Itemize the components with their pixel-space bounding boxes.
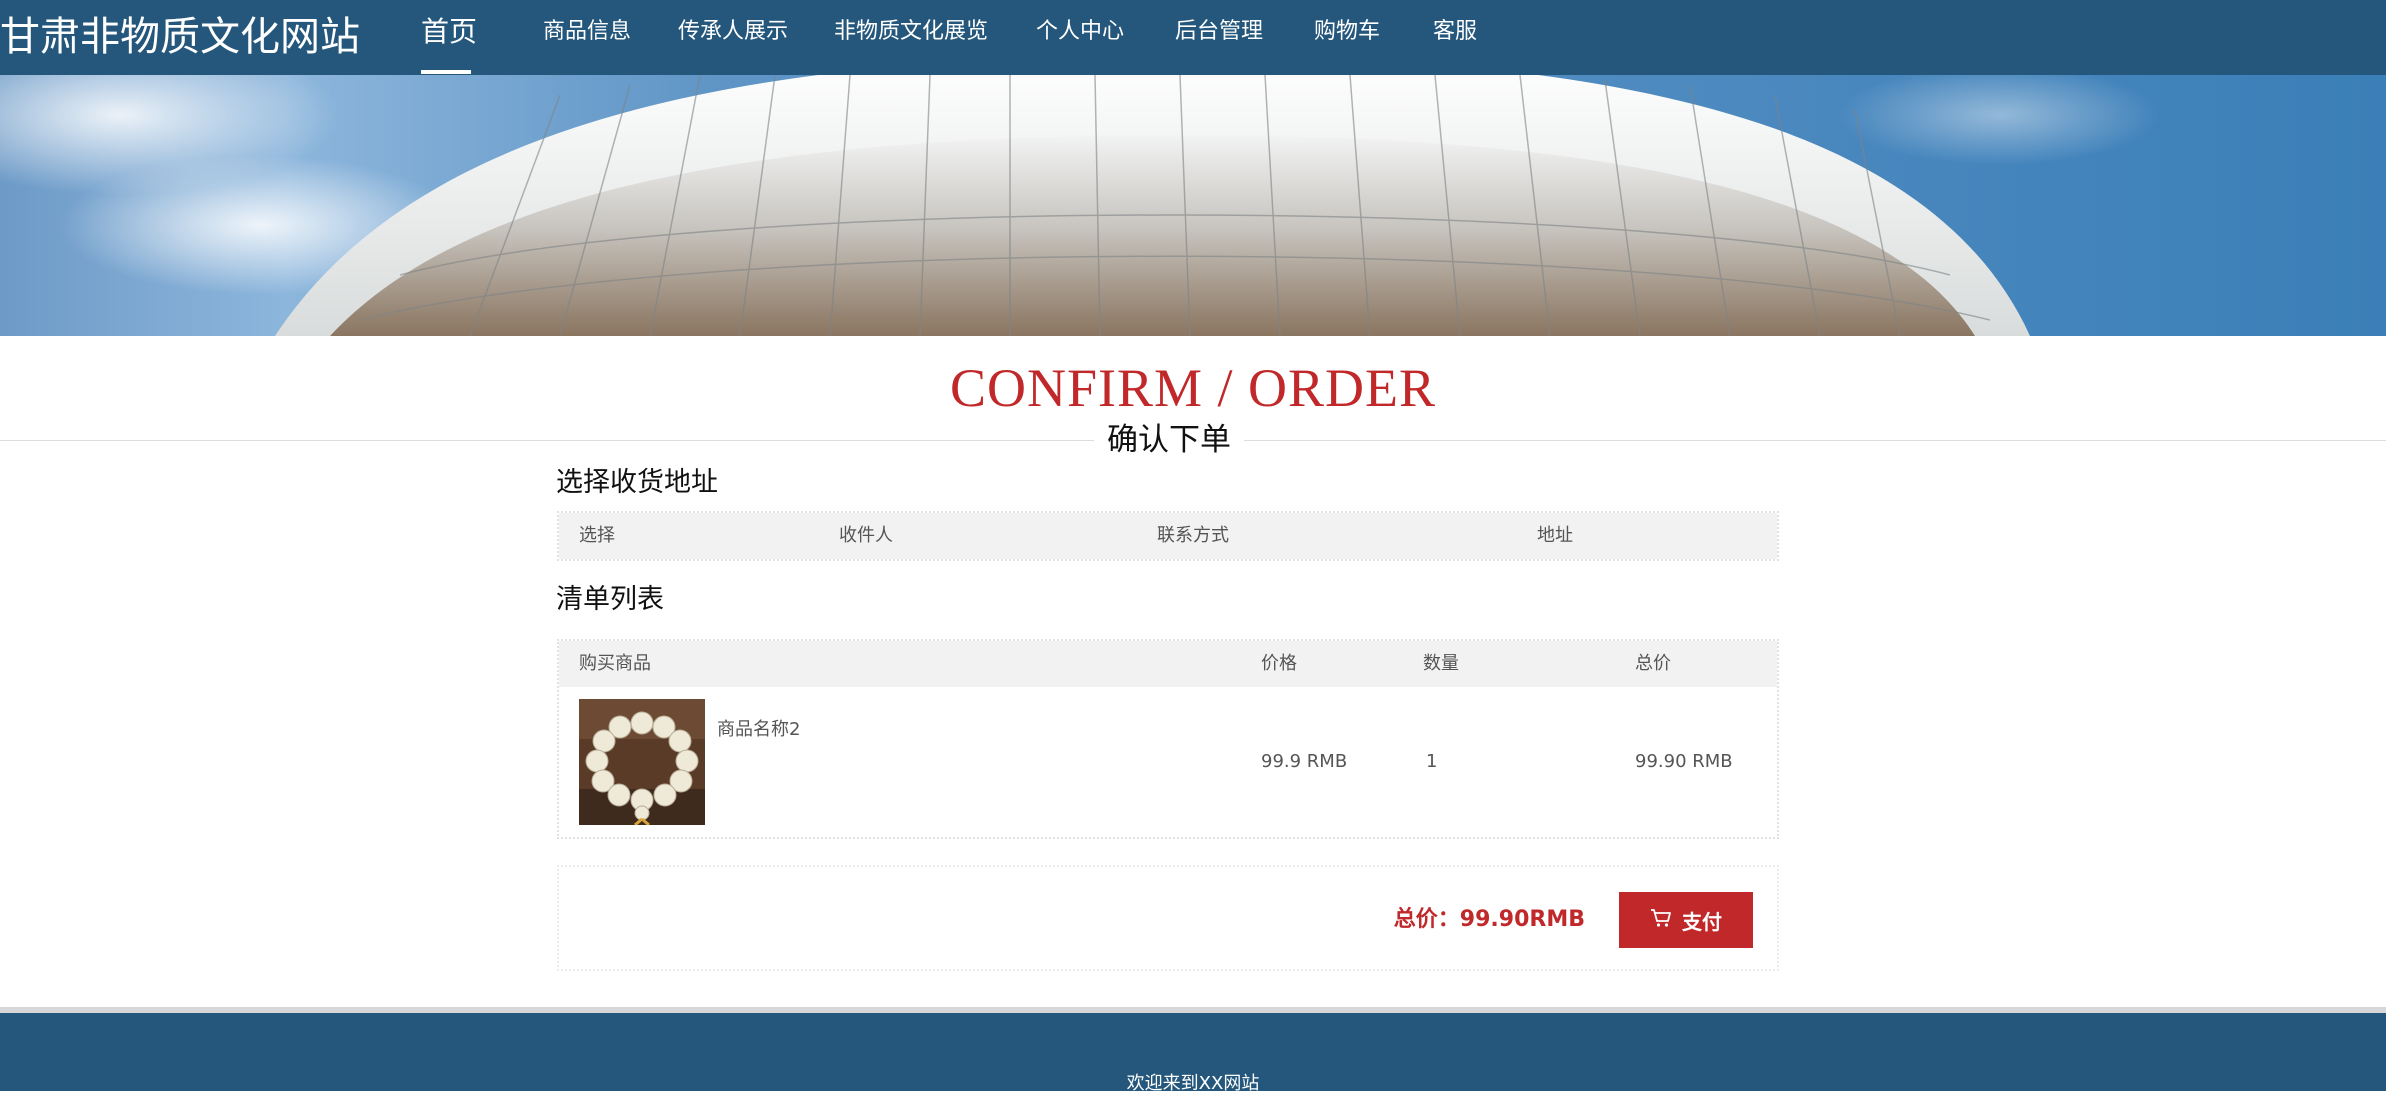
product-thumbnail[interactable] — [579, 699, 705, 825]
address-table-header: 选择 收件人 联系方式 地址 — [559, 513, 1777, 559]
nav-home[interactable]: 首页 — [421, 0, 477, 75]
nav-admin[interactable]: 后台管理 — [1175, 0, 1263, 75]
address-col-recipient: 收件人 — [839, 525, 893, 546]
order-list-table: 购买商品 价格 数量 总价 商品名称2 99.9 RMB 1 99.90 RMB — [557, 639, 1779, 839]
banner-dome-graphic — [0, 75, 2160, 336]
pay-button[interactable]: 支付 — [1619, 892, 1753, 948]
list-col-price: 价格 — [1261, 653, 1297, 674]
order-list-header: 购买商品 价格 数量 总价 — [559, 641, 1777, 687]
bead-bracelet-image — [579, 699, 705, 825]
banner-image — [0, 75, 2386, 336]
order-summary: 总价：99.90RMB 支付 — [557, 865, 1779, 971]
page-heading-cn: 确认下单 — [1094, 418, 1244, 462]
nav-personal-center[interactable]: 个人中心 — [1036, 0, 1124, 75]
product-name[interactable]: 商品名称2 — [717, 715, 800, 741]
top-navbar: 甘肃非物质文化网站 首页 商品信息 传承人展示 非物质文化展览 个人中心 后台管… — [0, 0, 2386, 75]
total-price: 总价：99.90RMB — [1393, 907, 1585, 932]
product-quantity: 1 — [1426, 751, 1438, 772]
product-total: 99.90 RMB — [1635, 751, 1733, 772]
nav-products[interactable]: 商品信息 — [543, 0, 631, 75]
address-col-address: 地址 — [1537, 525, 1573, 546]
address-col-select: 选择 — [579, 525, 615, 546]
footer-text: 欢迎来到XX网站 — [1126, 1073, 1260, 1094]
product-price: 99.9 RMB — [1261, 751, 1348, 772]
address-table: 选择 收件人 联系方式 地址 — [557, 511, 1779, 561]
list-col-product: 购买商品 — [579, 653, 651, 674]
order-list-title: 清单列表 — [556, 584, 664, 615]
nav-inheritors[interactable]: 传承人展示 — [678, 0, 788, 75]
address-section-title: 选择收货地址 — [556, 467, 718, 498]
page-heading-en: CONFIRM / ORDER — [949, 358, 1437, 418]
nav-service[interactable]: 客服 — [1433, 0, 1477, 75]
nav-exhibition[interactable]: 非物质文化展览 — [834, 0, 988, 75]
site-title[interactable]: 甘肃非物质文化网站 — [0, 10, 360, 65]
table-row: 商品名称2 99.9 RMB 1 99.90 RMB — [559, 687, 1777, 837]
list-col-total: 总价 — [1635, 653, 1671, 674]
list-col-quantity: 数量 — [1423, 653, 1459, 674]
address-col-contact: 联系方式 — [1157, 525, 1229, 546]
footer: 欢迎来到XX网站 — [0, 1013, 2386, 1094]
cart-icon — [1650, 908, 1672, 933]
nav-cart[interactable]: 购物车 — [1314, 0, 1380, 75]
pay-button-label: 支付 — [1682, 909, 1722, 934]
